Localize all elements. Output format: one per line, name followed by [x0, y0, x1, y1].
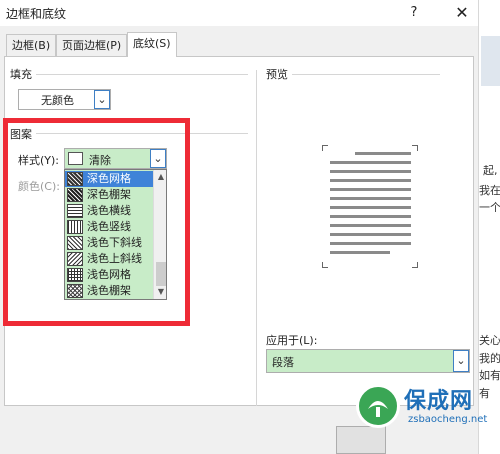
fill-divider — [36, 74, 248, 75]
pattern-style-dropdown[interactable]: 清除 ⌄ — [64, 148, 167, 169]
light-grid-swatch — [67, 268, 83, 282]
list-item[interactable]: 浅色横线 — [65, 203, 153, 219]
list-item[interactable]: 浅色棚架 — [65, 283, 153, 299]
watermark-logo — [356, 384, 400, 428]
fill-color-value: 无颜色 — [41, 94, 74, 107]
scroll-thumb[interactable] — [156, 262, 166, 286]
apply-to-value: 段落 — [272, 356, 294, 369]
site-watermark: 保成网 zsbaocheng.net — [356, 380, 496, 448]
pattern-section-label: 图案 — [10, 128, 32, 141]
watermark-url: zsbaocheng.net — [408, 414, 488, 425]
pattern-color-label: 颜色(C): — [18, 180, 60, 193]
chevron-down-icon: ⌄ — [150, 149, 166, 168]
scroll-down-icon[interactable]: ▼ — [154, 285, 166, 299]
list-item[interactable]: 浅色竖线 — [65, 219, 153, 235]
help-button[interactable]: ? — [404, 3, 424, 23]
chevron-down-icon: ⌄ — [453, 350, 469, 372]
preview-label: 预览 — [266, 68, 288, 81]
document-text: 起, — [483, 164, 498, 177]
list-item[interactable]: 浅色网格 — [65, 267, 153, 283]
tab-borders[interactable]: 边框(B) — [6, 34, 57, 56]
list-item[interactable]: 深色网格 — [65, 171, 153, 187]
light-trellis-swatch — [67, 284, 83, 298]
style-label: 样式(Y): — [18, 154, 60, 167]
document-text: 一个 — [479, 201, 500, 214]
pattern-style-value: 清除 — [89, 154, 111, 167]
scroll-up-icon[interactable]: ▲ — [154, 170, 166, 184]
dark-trellis-swatch — [67, 188, 83, 202]
list-item[interactable]: 深色棚架 — [65, 187, 153, 203]
list-scrollbar[interactable]: ▲ ▼ — [153, 170, 166, 299]
dark-grid-swatch — [67, 172, 83, 186]
clear-pattern-swatch — [68, 152, 83, 165]
chevron-down-icon: ⌄ — [94, 90, 110, 109]
tab-page-border[interactable]: 页面边框(P) — [56, 34, 128, 56]
title-bar: 边框和底纹 ? ✕ — [0, 0, 478, 26]
pattern-divider — [36, 133, 248, 134]
light-vertical-swatch — [67, 220, 83, 234]
apply-to-label: 应用于(L): — [266, 334, 318, 347]
list-item[interactable]: 浅色上斜线 — [65, 251, 153, 267]
close-button[interactable]: ✕ — [450, 2, 474, 24]
watermark-brand: 保成网 — [404, 389, 474, 414]
light-up-diagonal-swatch — [67, 252, 83, 266]
light-down-diagonal-swatch — [67, 236, 83, 250]
preview-divider — [292, 74, 440, 75]
dialog-title: 边框和底纹 — [6, 7, 67, 21]
document-text: 我的 — [479, 352, 500, 365]
pattern-style-list[interactable]: 深色网格 深色棚架 浅色横线 浅色竖线 浅色下斜线 浅色上斜线 浅色网格 浅色棚… — [64, 169, 167, 300]
tab-shading[interactable]: 底纹(S) — [127, 32, 177, 57]
list-item[interactable]: 浅色下斜线 — [65, 235, 153, 251]
fill-section-label: 填充 — [10, 68, 32, 81]
fill-color-dropdown[interactable]: 无颜色 ⌄ — [18, 89, 111, 110]
ribbon-fragment — [481, 36, 500, 86]
section-separator — [256, 70, 257, 406]
light-horizontal-swatch — [67, 204, 83, 218]
document-text: 关心 — [479, 334, 500, 347]
apply-to-dropdown[interactable]: 段落 ⌄ — [266, 349, 470, 373]
document-text: 我在 — [479, 184, 500, 197]
